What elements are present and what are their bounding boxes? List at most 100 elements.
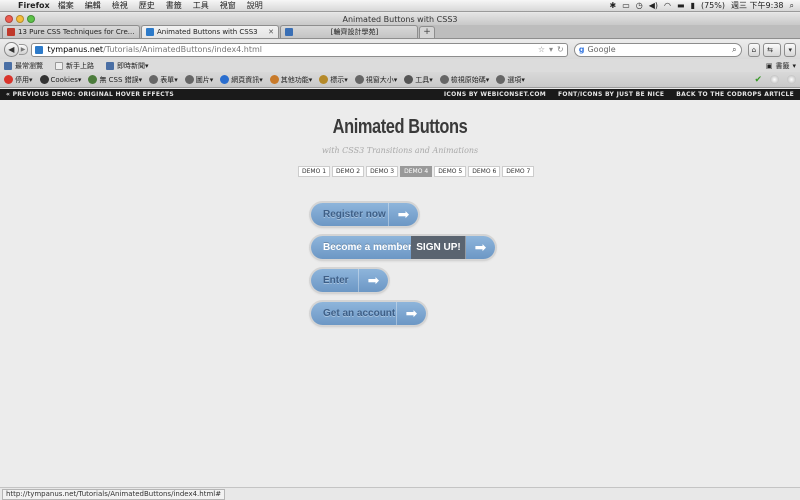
fonts-credit-link[interactable]: FONT/ICONS BY JUST BE NICE	[558, 91, 664, 98]
demo-4-link[interactable]: DEMO 4	[400, 166, 433, 177]
bookmark-label: 新手上路	[66, 61, 94, 70]
search-icon[interactable]: ⌕	[732, 45, 736, 55]
get-account-button[interactable]: Get an account ➡	[311, 302, 426, 325]
addon-images[interactable]: 圖片 ▾	[184, 75, 213, 85]
flag-icon[interactable]: ▬	[677, 1, 685, 10]
menu-tools[interactable]: 工具	[193, 0, 209, 11]
outline-icon	[319, 75, 329, 84]
minimize-window-icon[interactable]	[16, 15, 24, 23]
spotlight-icon[interactable]: ⌕	[790, 1, 794, 11]
demo-7-link[interactable]: DEMO 7	[502, 166, 535, 177]
page-content: Animated Buttons with CSS3 Transitions a…	[0, 100, 800, 487]
menu-bookmarks[interactable]: 書籤	[166, 0, 182, 11]
tab-close-icon[interactable]: ✕	[264, 28, 274, 36]
addon-tools[interactable]: 工具 ▾	[404, 75, 433, 85]
menu-button[interactable]: ▾	[784, 42, 796, 57]
google-icon[interactable]: g	[579, 45, 585, 54]
window-titlebar: Animated Buttons with CSS3	[0, 13, 800, 25]
addon-label: 工具	[415, 75, 430, 84]
addon-forms[interactable]: 表單 ▾	[149, 75, 178, 85]
enter-button[interactable]: Enter ➡	[311, 269, 388, 292]
back-button[interactable]: ◀	[4, 42, 19, 57]
addon-view-source[interactable]: 檢視原始碼 ▾	[439, 75, 489, 85]
menu-window[interactable]: 視窗	[220, 0, 236, 11]
demo-3-link[interactable]: DEMO 3	[366, 166, 399, 177]
back-to-article-link[interactable]: BACK TO THE CODROPS ARTICLE	[676, 91, 794, 98]
checkmark-icon[interactable]: ✔	[754, 75, 762, 85]
button-label: Register now	[323, 209, 386, 220]
battery-percent: (75%)	[700, 1, 725, 10]
arrow-right-icon: ➡	[358, 269, 388, 292]
home-button[interactable]: ⌂	[747, 42, 761, 57]
display-icon[interactable]: ▭	[622, 1, 630, 10]
site-identity-icon[interactable]	[35, 45, 44, 54]
tools-icon	[404, 75, 414, 84]
addon-options[interactable]: 選項 ▾	[496, 75, 525, 85]
demo-5-link[interactable]: DEMO 5	[434, 166, 467, 177]
bookmark-most-visited[interactable]: 最常瀏覽	[4, 61, 43, 71]
status-dot-icon[interactable]	[770, 75, 779, 84]
bookmark-star-icon[interactable]: ☆	[538, 45, 545, 54]
status-dot-icon[interactable]	[787, 75, 796, 84]
become-member-button[interactable]: Become a member SIGN UP! ➡	[311, 236, 495, 259]
bluetooth-icon[interactable]: ✱	[609, 1, 616, 10]
addon-cookies[interactable]: Cookies ▾	[39, 75, 81, 84]
history-dropdown-icon[interactable]: ▾	[549, 45, 553, 54]
demo-2-link[interactable]: DEMO 2	[332, 166, 365, 177]
tab-css-techniques[interactable]: 13 Pure CSS Techniques for Cre...	[2, 25, 140, 38]
window-title: Animated Buttons with CSS3	[342, 14, 458, 24]
forward-button[interactable]: ▶	[18, 44, 29, 55]
tab-design-academy[interactable]: [輪齊設計學苑]	[280, 25, 418, 38]
wifi-icon[interactable]: ◠	[664, 1, 671, 10]
addon-disable[interactable]: 停用 ▾	[4, 75, 33, 85]
menu-view[interactable]: 檢視	[112, 0, 128, 11]
cookie-icon	[39, 75, 49, 84]
volume-icon[interactable]: ◀)	[649, 1, 658, 10]
navigation-toolbar: ◀ ▶ tympanus.net /Tutorials/AnimatedButt…	[0, 40, 800, 66]
bookmark-latest-news[interactable]: 即時新聞 ▾	[106, 61, 149, 71]
app-menu[interactable]: Firefox	[18, 1, 50, 10]
addon-resize[interactable]: 視窗大小 ▾	[354, 75, 397, 85]
tab-label: Animated Buttons with CSS3	[157, 28, 258, 36]
icons-credit-link[interactable]: ICONS BY WEBICONSET.COM	[444, 91, 546, 98]
addon-info[interactable]: 網頁資訊 ▾	[220, 75, 263, 85]
tab-favicon	[146, 28, 154, 36]
menu-edit[interactable]: 編輯	[85, 0, 101, 11]
addon-button[interactable]: ⇆ ▾	[763, 42, 782, 66]
tab-animated-buttons[interactable]: Animated Buttons with CSS3 ✕	[141, 25, 279, 38]
battery-icon[interactable]: ▮	[691, 1, 695, 10]
close-window-icon[interactable]	[5, 15, 13, 23]
disable-icon	[4, 75, 13, 84]
css-icon	[88, 75, 98, 84]
info-icon	[220, 75, 230, 84]
reload-icon[interactable]: ↻	[557, 45, 564, 54]
bookmarks-menu[interactable]: ▣ 書籤 ▾	[766, 61, 796, 71]
addon-label: 圖片	[195, 75, 210, 84]
addon-css[interactable]: 無 CSS 錯誤 ▾	[88, 75, 142, 85]
addon-label: 表單	[160, 75, 175, 84]
menu-history[interactable]: 歷史	[139, 0, 155, 11]
previous-demo-link[interactable]: « PREVIOUS DEMO: ORIGINAL HOVER EFFECTS	[6, 91, 174, 98]
addon-misc[interactable]: 其他功能 ▾	[269, 75, 312, 85]
search-bar[interactable]: g Google ⌕	[573, 42, 742, 57]
menu-file[interactable]: 檔案	[58, 0, 74, 11]
bookmark-getting-started[interactable]: 新手上路	[55, 61, 94, 71]
addon-label: Cookies	[50, 75, 78, 84]
bookmarks-toolbar: 最常瀏覽 新手上路 即時新聞 ▾ ▣ 書籤 ▾	[0, 59, 800, 72]
status-url: http://tympanus.net/Tutorials/AnimatedBu…	[2, 488, 226, 500]
arrow-right-icon: ➡	[388, 203, 418, 226]
demo-1-link[interactable]: DEMO 1	[298, 166, 331, 177]
resize-icon	[354, 75, 364, 84]
register-now-button[interactable]: Register now ➡	[311, 203, 418, 226]
demo-6-link[interactable]: DEMO 6	[468, 166, 501, 177]
zoom-window-icon[interactable]	[27, 15, 35, 23]
timemachine-icon[interactable]: ◷	[636, 1, 643, 10]
button-label: Become a member	[323, 242, 412, 253]
new-tab-button[interactable]: +	[419, 26, 435, 38]
addon-outline[interactable]: 標示 ▾	[319, 75, 348, 85]
clock[interactable]: 週三 下午9:38	[731, 0, 784, 11]
url-bar[interactable]: tympanus.net /Tutorials/AnimatedButtons/…	[31, 42, 568, 57]
bookmark-label: 最常瀏覽	[15, 61, 43, 70]
web-developer-toolbar: 停用 ▾ Cookies ▾ 無 CSS 錯誤 ▾ 表單 ▾ 圖片 ▾ 網頁資訊 ▾ 其他功…	[0, 72, 800, 88]
menu-help[interactable]: 說明	[247, 0, 263, 11]
